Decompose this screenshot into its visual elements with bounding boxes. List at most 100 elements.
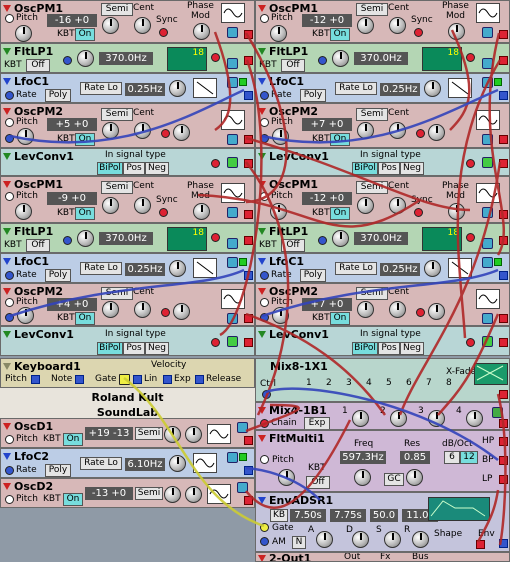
module-oscpm2-c[interactable]: OscPM2 Pitch +7 +0 Semi Cent KBT On	[255, 103, 510, 148]
collapse-icon[interactable]	[3, 77, 11, 85]
semi-knob[interactable]	[164, 486, 181, 503]
kbt-on-button[interactable]: On	[75, 312, 95, 325]
collapse-icon[interactable]	[258, 406, 266, 414]
rate-knob[interactable]	[424, 80, 441, 97]
down-arrow-icon[interactable]	[482, 336, 493, 347]
power-icon[interactable]	[227, 452, 238, 463]
lp-output-port[interactable]	[499, 475, 508, 484]
module-oscpm2-a[interactable]: OscPM2 Pitch +5 +0 Semi Cent KBT On	[0, 103, 255, 148]
audio-input-jack[interactable]	[416, 129, 425, 138]
cent-knob[interactable]	[185, 426, 202, 443]
collapse-icon[interactable]	[258, 287, 266, 295]
power-icon[interactable]	[482, 134, 493, 145]
down-arrow-icon[interactable]	[227, 157, 238, 168]
kbt-off-button[interactable]: Off	[281, 59, 305, 72]
phasemod-knob[interactable]	[193, 203, 210, 220]
semi-button[interactable]: Semi	[101, 287, 133, 300]
sync-input-jack[interactable]	[159, 28, 168, 37]
cent-knob[interactable]	[134, 301, 151, 318]
audio-input-jack[interactable]	[466, 53, 475, 62]
power-icon[interactable]	[227, 238, 238, 249]
power-icon[interactable]	[227, 27, 238, 38]
collapse-icon[interactable]	[3, 152, 11, 160]
pitch-knob[interactable]	[17, 128, 34, 145]
module-envadsr[interactable]: EnvADSR1 KB 7.50s 7.75s 50.0 11.0s Gate …	[255, 492, 510, 552]
collapse-icon[interactable]	[258, 554, 266, 561]
poly-button[interactable]: Poly	[45, 89, 71, 102]
module-fltmulti[interactable]: FltMulti1 Pitch KBT Off Freq 597.3Hz Res…	[255, 430, 510, 492]
ramp-wave-icon[interactable]	[448, 78, 472, 98]
neg-button[interactable]: Neg	[145, 162, 169, 175]
kbt-on-button[interactable]: On	[63, 493, 83, 506]
sine-wave-icon[interactable]	[207, 424, 231, 444]
pitch-input-jack[interactable]	[260, 192, 269, 201]
audio-output-port[interactable]	[244, 314, 253, 323]
env-output-port[interactable]	[499, 539, 508, 548]
poly-button[interactable]: Poly	[45, 269, 71, 282]
audio-output-port[interactable]	[244, 159, 253, 168]
rate-knob[interactable]	[169, 80, 186, 97]
power-icon[interactable]	[482, 58, 493, 69]
pitch-input-jack[interactable]	[5, 118, 14, 127]
kbt-on-button[interactable]: On	[330, 207, 350, 220]
audio-output-port[interactable]	[499, 210, 508, 219]
audio-output-port[interactable]	[244, 236, 253, 245]
module-lfoc1-c[interactable]: LfoC1 Rate Rate Lo Poly 0.25Hz	[255, 73, 510, 103]
semi-button[interactable]: Semi	[356, 3, 388, 16]
decay-knob[interactable]	[352, 531, 369, 548]
semi-knob[interactable]	[357, 197, 374, 214]
freq-knob[interactable]	[354, 469, 371, 486]
power-icon[interactable]	[482, 77, 493, 88]
rate-knob[interactable]	[424, 260, 441, 277]
audio-input-jack[interactable]	[161, 308, 170, 317]
module-lfoc1-a[interactable]: LfoC1 Rate Rate Lo Poly 0.25Hz	[0, 73, 255, 103]
cent-knob[interactable]	[134, 197, 151, 214]
rate-mode-button[interactable]: Rate Lo	[335, 82, 377, 95]
semi-knob[interactable]	[164, 426, 181, 443]
rate-knob[interactable]	[169, 260, 186, 277]
module-oscd2[interactable]: OscD2 Pitch KBT On -13 +0 Semi	[0, 478, 255, 508]
cent-knob[interactable]	[134, 17, 151, 34]
rate-mode-button[interactable]: Rate Lo	[80, 82, 122, 95]
pos-button[interactable]: Pos	[123, 162, 145, 175]
poly-button[interactable]: Poly	[300, 89, 326, 102]
freq-knob[interactable]	[332, 230, 349, 247]
cent-knob[interactable]	[389, 301, 406, 318]
audio-input-jack[interactable]	[211, 53, 220, 62]
sine-wave-icon[interactable]	[476, 289, 500, 309]
down-arrow-icon[interactable]	[227, 336, 238, 347]
module-levconv1-c[interactable]: LevConv1 In signal type BiPol Pos Neg	[255, 148, 510, 176]
semi-knob[interactable]	[102, 301, 119, 318]
collapse-icon[interactable]	[258, 77, 266, 85]
neg-button[interactable]: Neg	[400, 342, 424, 355]
module-oscpm1-a[interactable]: OscPM1 Pitch -16 +0 Semi Cent KBT On Syn…	[0, 0, 255, 43]
res-knob[interactable]	[406, 469, 423, 486]
sine-wave-icon[interactable]	[476, 183, 500, 203]
module-oscpm2-b[interactable]: OscPM2 Pitch +4 +0 Semi Cent KBT On	[0, 283, 255, 326]
rate-mode-button[interactable]: Rate Lo	[80, 457, 122, 470]
pitch-knob[interactable]	[270, 25, 287, 42]
collapse-icon[interactable]	[258, 257, 266, 265]
rate-input-jack[interactable]	[260, 91, 269, 100]
collapse-icon[interactable]	[258, 330, 266, 338]
chain-input-jack[interactable]	[260, 419, 269, 428]
n-button[interactable]: N	[292, 536, 306, 549]
exp-button[interactable]: Exp	[304, 417, 330, 429]
slope-6-button[interactable]: 6	[444, 451, 460, 464]
power-icon[interactable]	[227, 58, 238, 69]
collapse-icon[interactable]	[258, 227, 266, 235]
module-fltlp1-b[interactable]: FltLP1 KBT Off 370.0Hz 18	[0, 223, 255, 253]
sine-wave-icon[interactable]	[221, 3, 245, 23]
module-lfoc2[interactable]: LfoC2 Rate Rate Lo Poly 6.10Hz	[0, 448, 255, 478]
ramp-wave-icon[interactable]	[193, 258, 217, 278]
audio-input-jack[interactable]	[211, 338, 220, 347]
kbt-on-button[interactable]: On	[63, 433, 83, 446]
sync-input-jack[interactable]	[414, 208, 423, 217]
power-icon[interactable]	[482, 27, 493, 38]
audio-output-port[interactable]	[244, 496, 253, 505]
mod-input-jack[interactable]	[318, 56, 327, 65]
pitch-mod-jack[interactable]	[5, 134, 14, 143]
semi-knob[interactable]	[102, 197, 119, 214]
pitch-knob[interactable]	[15, 203, 32, 220]
semi-button[interactable]: Semi	[101, 108, 133, 121]
